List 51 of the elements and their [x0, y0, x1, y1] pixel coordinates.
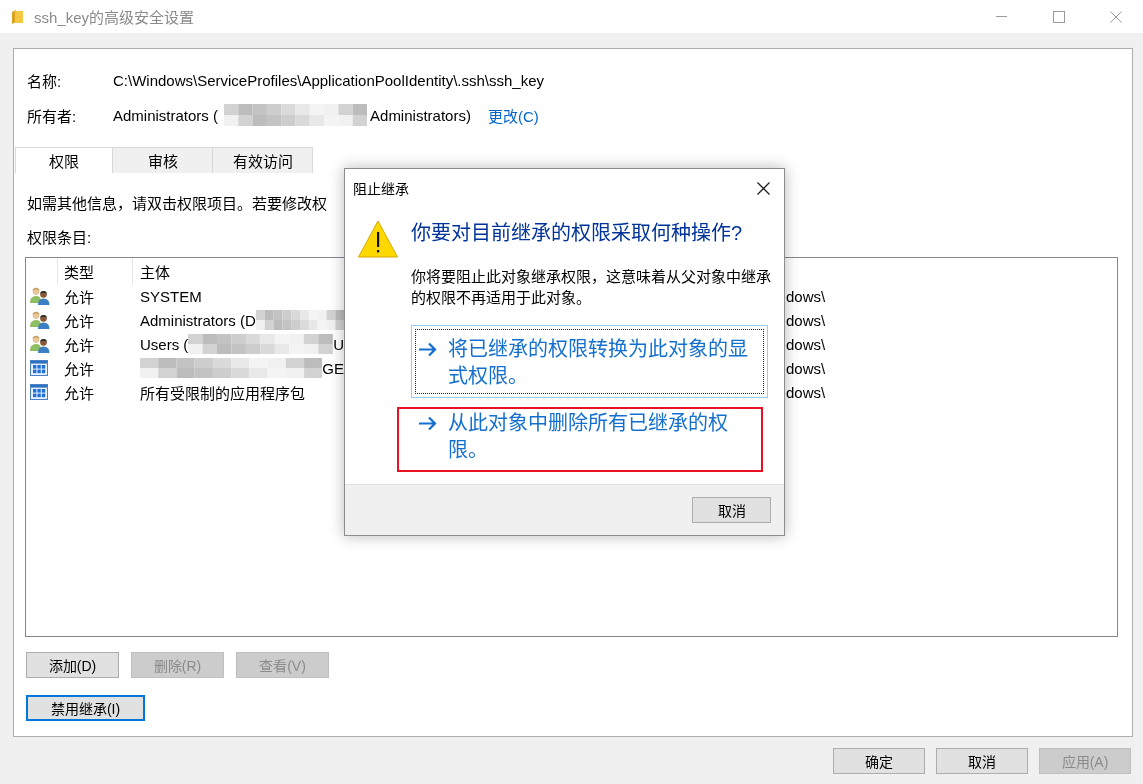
users-group-icon [30, 311, 50, 329]
type-cell: 允许 [64, 288, 94, 306]
principal-cell: Administrators (D [140, 311, 256, 329]
list-cell: dows\ [786, 311, 826, 329]
disable-inheritance-button[interactable]: 禁用继承(I) [26, 695, 145, 721]
tab[interactable]: 权限 [15, 147, 113, 173]
warning-icon [358, 220, 398, 258]
command-link[interactable]: 将已继承的权限转换为此对象的显式权限。 [411, 325, 768, 398]
owner-label: 所有者: [27, 106, 78, 126]
list-cell: dows\ [786, 359, 826, 377]
owner-value: Administrators ( [113, 106, 219, 124]
type-cell: 允许 [64, 384, 94, 402]
principal-cell: GE [322, 359, 344, 377]
principal-cell: U [333, 335, 344, 353]
dialog-heading: 你要对目前继承的权限采取何种操作? [411, 221, 743, 246]
change-owner-link[interactable]: 更改(C) [487, 104, 539, 126]
dialog-title: 阻止继承 [353, 180, 409, 198]
tab[interactable]: 有效访问 [213, 147, 313, 173]
type-cell: 允许 [64, 360, 94, 378]
name-label: 名称: [27, 71, 63, 91]
owner-value: Administrators) [370, 106, 471, 124]
app-package-icon [30, 360, 48, 376]
window-title: ssh_key的高级安全设置 [34, 8, 195, 27]
principal-cell: Users ( [140, 335, 189, 353]
type-cell: 允许 [64, 336, 94, 354]
add-button[interactable]: 添加(D) [26, 652, 119, 678]
info-text: 如需其他信息，请双击权限项目。若要修改权 [26, 194, 327, 214]
name-value: C:\Windows\ServiceProfiles\ApplicationPoolIdentity\.ssh\ssh_key [113, 71, 545, 89]
minimize-icon[interactable] [995, 16, 1007, 17]
type-cell: 允许 [64, 312, 94, 330]
users-group-icon [30, 287, 50, 305]
list-cell: dows\ [786, 383, 826, 401]
entries-label: 权限条目: [26, 228, 92, 248]
close-icon[interactable] [757, 181, 770, 195]
column-header[interactable]: 主体 [140, 260, 170, 282]
column-header[interactable]: 类型 [64, 260, 94, 282]
list-cell: dows\ [786, 335, 826, 353]
arrow-right-icon [418, 416, 437, 431]
tab[interactable]: 审核 [113, 147, 213, 173]
cancel-button[interactable]: 取消 [692, 497, 771, 523]
cancel-button[interactable]: 取消 [936, 748, 1028, 774]
folder-icon [12, 9, 23, 24]
arrow-right-icon [418, 342, 437, 357]
ok-button[interactable]: 确定 [833, 748, 925, 774]
principal-cell: SYSTEM [140, 287, 202, 305]
dialog-description: 你将要阻止此对象继承权限，这意味着从父对象中继承的权限不再适用于此对象。 [411, 267, 772, 308]
list-cell: dows\ [786, 287, 826, 305]
maximize-icon[interactable] [1053, 10, 1065, 23]
principal-cell-text: 所有受限制的应用程序包 [140, 383, 305, 403]
app-package-icon [30, 384, 48, 400]
users-group-icon [30, 335, 50, 353]
